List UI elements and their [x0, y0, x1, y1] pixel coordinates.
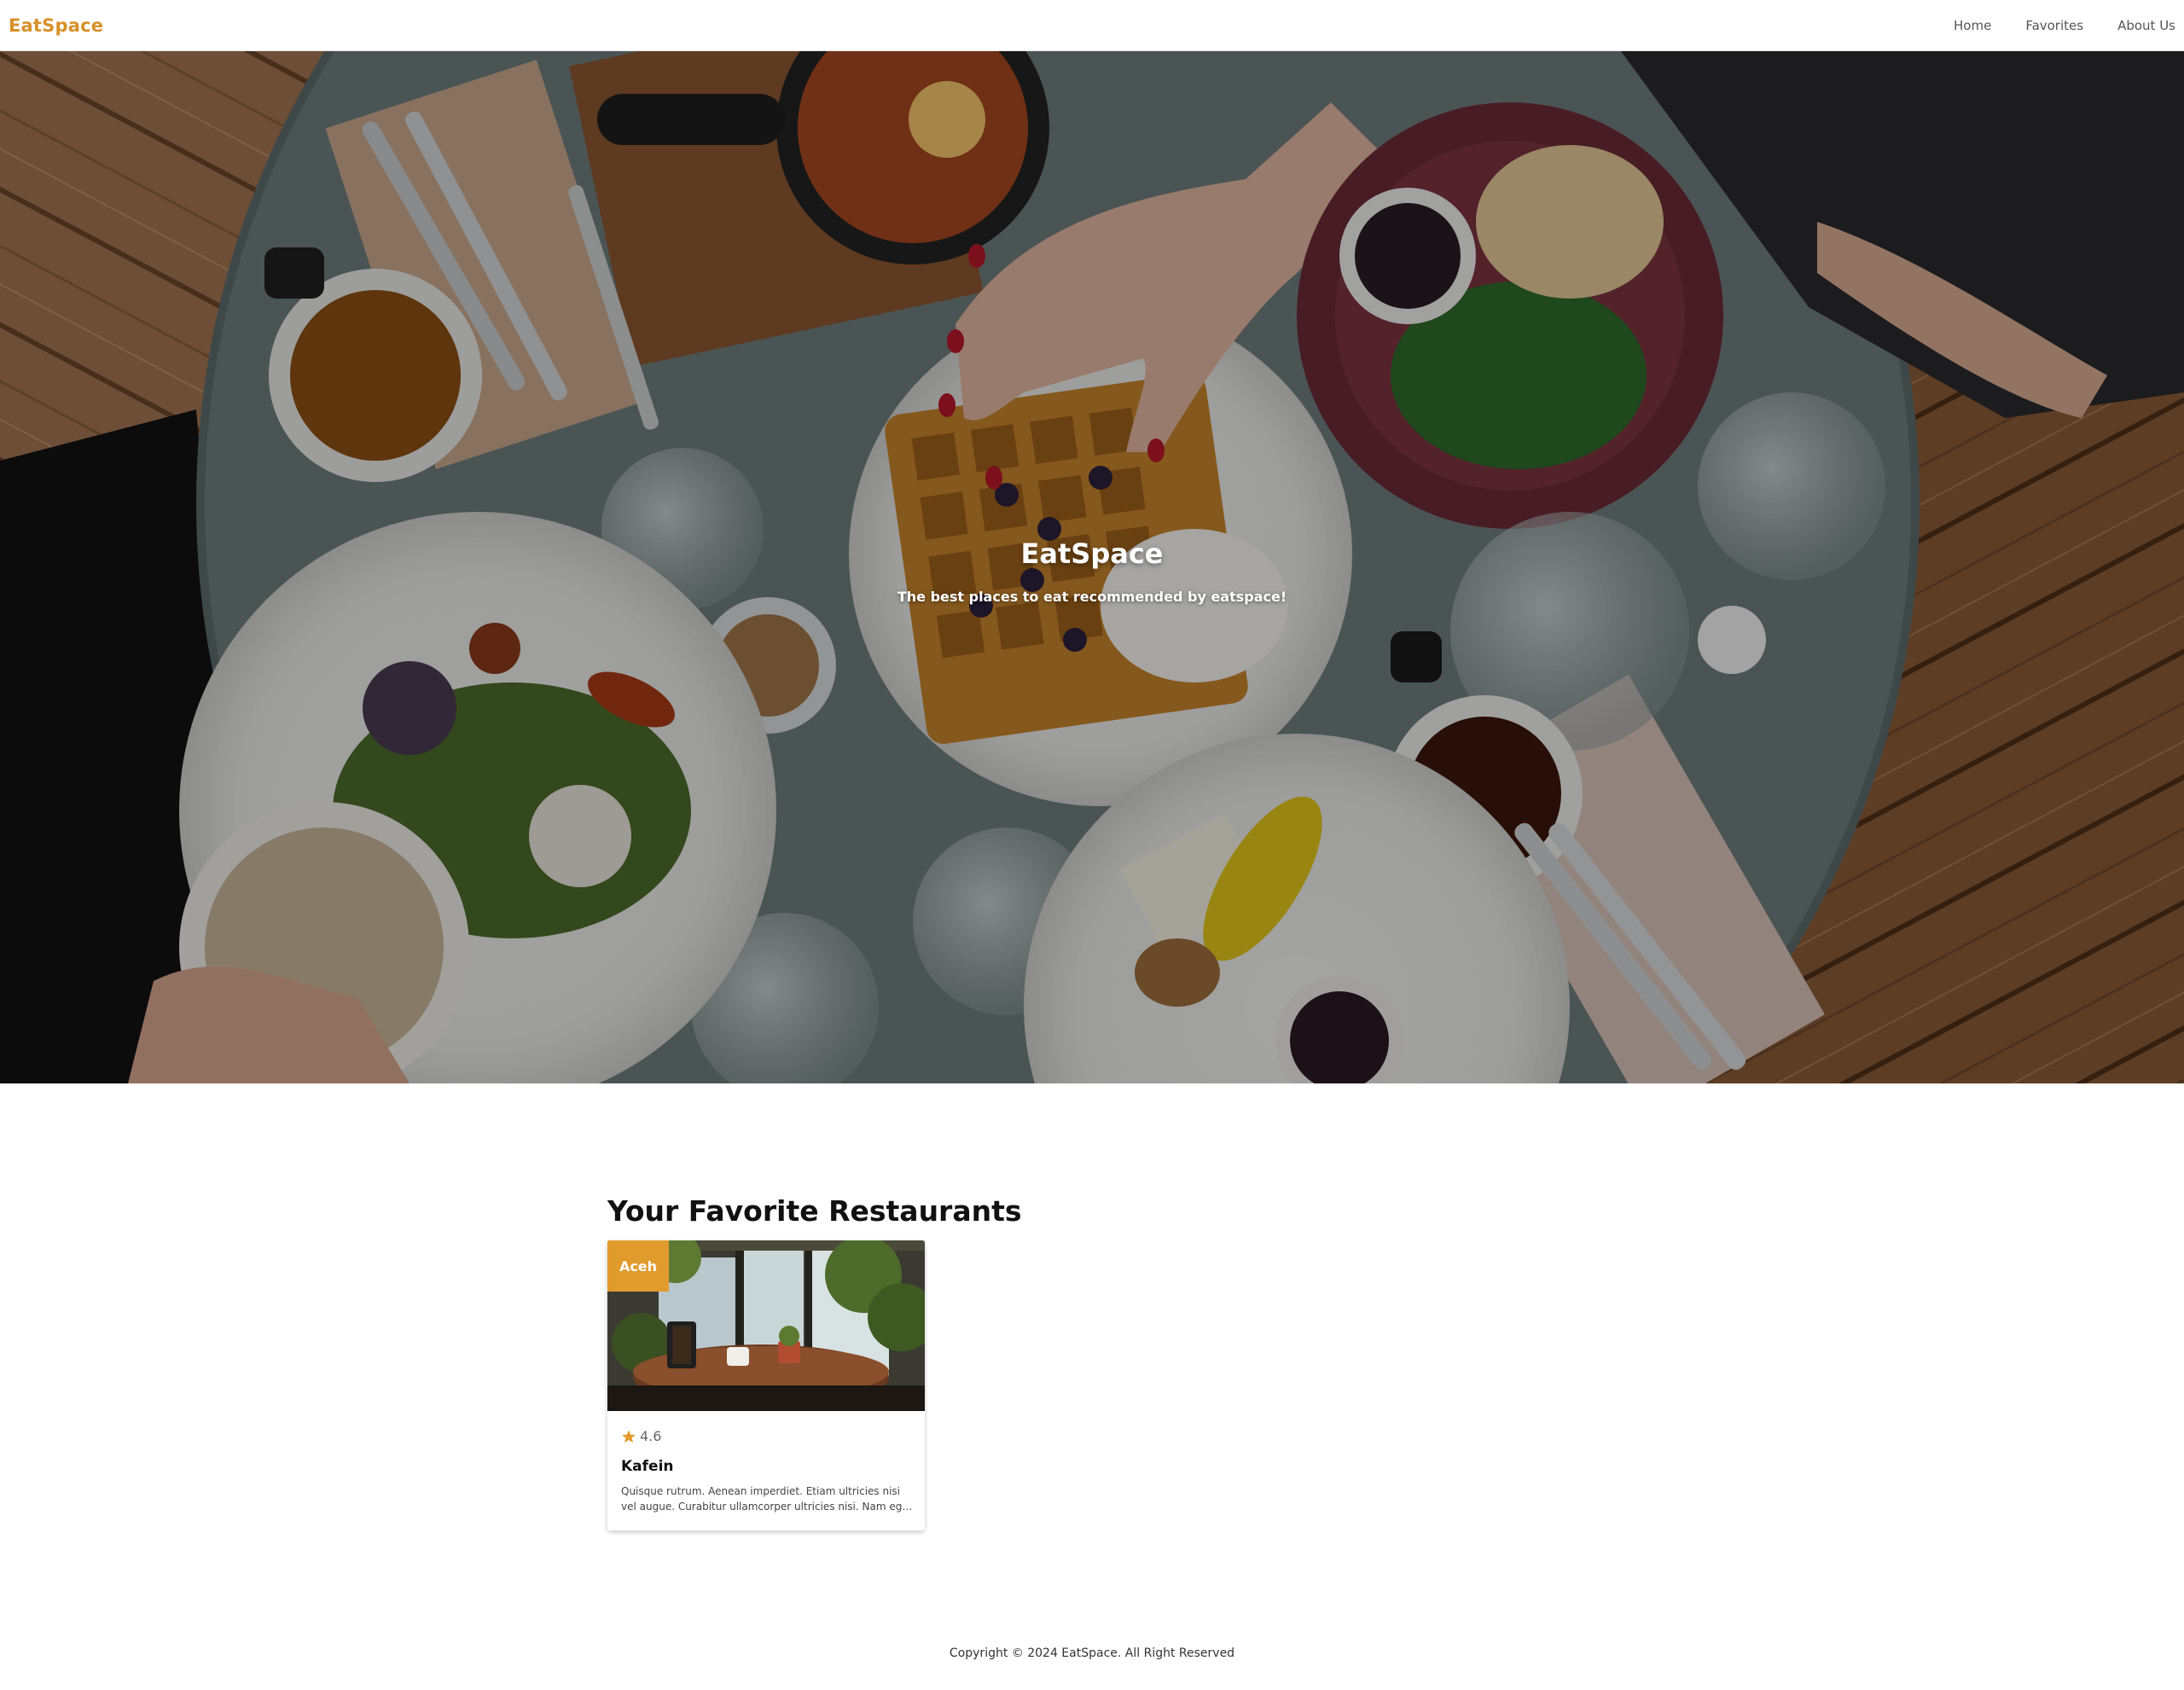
rating-value: 4.6 [640, 1428, 662, 1444]
main-nav: Home Favorites About Us [1920, 18, 2175, 33]
nav-favorites-link[interactable]: Favorites [2025, 18, 2083, 33]
nav-about-us-link[interactable]: About Us [2117, 18, 2175, 33]
footer-copyright: Copyright © 2024 EatSpace. All Right Res… [949, 1646, 1235, 1660]
restaurant-rating: 4.6 [621, 1428, 913, 1444]
restaurant-card-body: 4.6 Kafein Quisque rutrum. Aenean imperd… [621, 1428, 913, 1514]
top-navbar: EatSpace Home Favorites About Us [0, 0, 2184, 51]
hero-title: EatSpace [1020, 537, 1164, 570]
hero-banner: EatSpace The best places to eat recommen… [0, 51, 2184, 1083]
favorites-section-title: Your Favorite Restaurants [607, 1194, 1022, 1228]
brand-logo[interactable]: EatSpace [9, 15, 103, 36]
restaurant-name[interactable]: Kafein [621, 1458, 913, 1475]
hero-content: EatSpace The best places to eat recommen… [0, 51, 2184, 1083]
city-badge: Aceh [607, 1240, 669, 1292]
hero-subtitle: The best places to eat recommended by ea… [897, 588, 1287, 605]
nav-home-link[interactable]: Home [1954, 18, 1991, 33]
star-icon [622, 1430, 636, 1443]
restaurant-description: Quisque rutrum. Aenean imperdiet. Etiam … [621, 1485, 913, 1513]
restaurant-card[interactable]: Aceh 4.6 Kafein Quisque rutrum. Aenean i… [607, 1240, 925, 1530]
